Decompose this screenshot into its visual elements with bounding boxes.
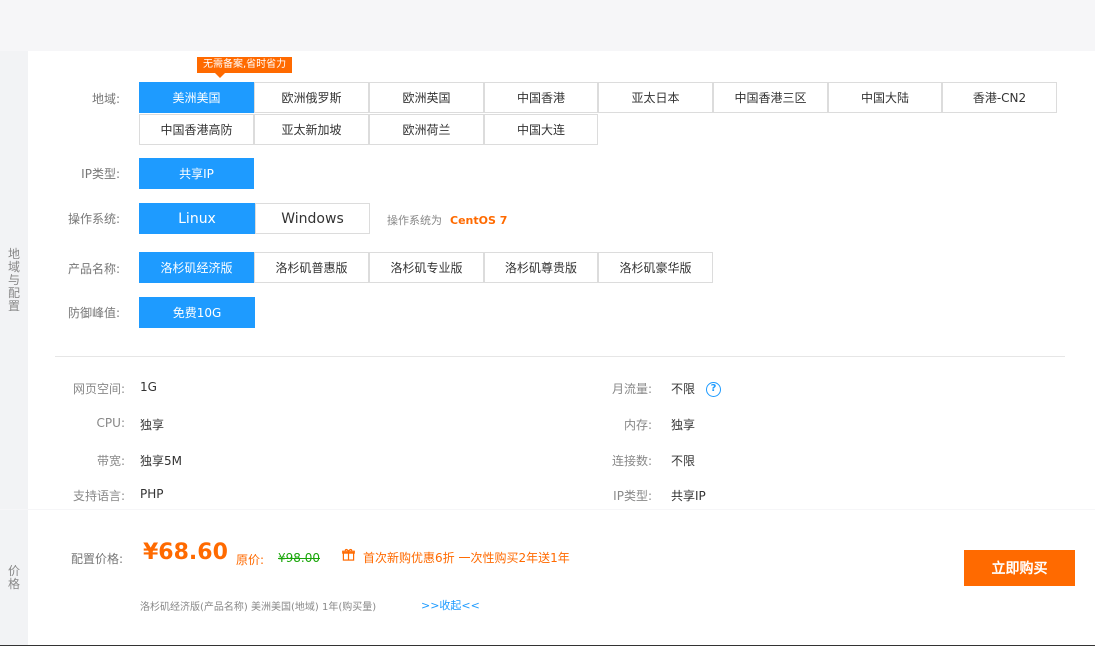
- spec-label-cpu: CPU:: [96, 416, 125, 430]
- config-side-label: 地域与配置: [0, 51, 28, 509]
- region-option[interactable]: 香港-CN2: [942, 82, 1057, 113]
- spec-label-web-space: 网页空间:: [72, 382, 125, 396]
- spec-value-connections: 不限: [671, 454, 696, 468]
- current-price: ¥68.60: [143, 540, 228, 565]
- config-panel: 地域与配置 无需备案,省时省力 地域: 美洲美国 欧洲俄罗斯 欧洲英国 中国香港…: [0, 51, 1095, 509]
- spec-label-connections: 连接数:: [611, 454, 652, 468]
- region-option[interactable]: 欧洲英国: [369, 82, 484, 113]
- region-option[interactable]: 中国香港: [484, 82, 598, 113]
- page: 地域与配置 无需备案,省时省力 地域: 美洲美国 欧洲俄罗斯 欧洲英国 中国香港…: [0, 0, 1095, 646]
- region-option[interactable]: 欧洲荷兰: [369, 114, 484, 145]
- spec-label-memory: 内存:: [623, 418, 652, 432]
- spec-value-web-space: 1G: [140, 380, 157, 394]
- spec-label-bandwidth: 带宽:: [96, 454, 125, 468]
- os-label: 操作系统:: [67, 212, 120, 226]
- help-circle-icon[interactable]: ?: [706, 382, 721, 397]
- region-option[interactable]: 中国大陆: [828, 82, 942, 113]
- ip-type-label: IP类型:: [81, 167, 120, 181]
- os-note: 操作系统为 CentOS 7: [387, 214, 508, 227]
- gift-icon: [342, 548, 355, 561]
- ip-type-option[interactable]: 共享IP: [139, 158, 254, 189]
- product-option[interactable]: 洛杉矶普惠版: [254, 252, 369, 283]
- region-label: 地域:: [91, 92, 120, 106]
- spec-value-traffic: 不限: [671, 382, 696, 396]
- promo-text: 首次新购优惠6折 一次性购买2年送1年: [363, 551, 570, 565]
- os-option-windows[interactable]: Windows: [255, 203, 370, 234]
- region-option[interactable]: 中国香港三区: [713, 82, 828, 113]
- defense-label: 防御峰值:: [67, 306, 120, 320]
- buy-now-button[interactable]: 立即购买: [964, 550, 1075, 586]
- spec-value-ip-type: 共享IP: [671, 489, 706, 503]
- price-side-label: 价格: [0, 510, 28, 645]
- original-price-label: 原价:: [236, 553, 265, 567]
- spec-value-bandwidth: 独享5M: [140, 454, 182, 468]
- spec-value-memory: 独享: [671, 418, 696, 432]
- os-option-linux[interactable]: Linux: [139, 203, 255, 234]
- price-panel: 价格 配置价格: ¥68.60 原价: ¥98.00 首次新购优惠6折 一次性购…: [0, 510, 1095, 646]
- region-option[interactable]: 亚太新加坡: [254, 114, 369, 145]
- price-label: 配置价格:: [70, 552, 123, 566]
- spec-label-language: 支持语言:: [72, 489, 125, 503]
- product-option[interactable]: 洛杉矶豪华版: [598, 252, 713, 283]
- defense-option[interactable]: 免费10G: [139, 297, 255, 328]
- spec-label-ip-type: IP类型:: [613, 489, 652, 503]
- region-option[interactable]: 中国香港高防: [139, 114, 254, 145]
- order-summary: 洛杉矶经济版(产品名称) 美洲美国(地域) 1年(购买量): [140, 602, 377, 613]
- promo-badge: 无需备案,省时省力: [197, 57, 293, 78]
- spec-value-language: PHP: [140, 487, 164, 501]
- spec-label-traffic: 月流量:: [611, 382, 652, 396]
- region-option[interactable]: 欧洲俄罗斯: [254, 82, 369, 113]
- product-option[interactable]: 洛杉矶经济版: [139, 252, 254, 283]
- collapse-link[interactable]: >>收起<<: [421, 597, 480, 613]
- original-price: ¥98.00: [278, 551, 320, 565]
- divider: [55, 356, 1065, 357]
- product-label: 产品名称:: [67, 262, 120, 276]
- region-option[interactable]: 中国大连: [484, 114, 598, 145]
- region-option[interactable]: 亚太日本: [598, 82, 713, 113]
- region-option[interactable]: 美洲美国: [139, 82, 254, 113]
- spec-value-cpu: 独享: [140, 418, 165, 432]
- product-option[interactable]: 洛杉矶专业版: [369, 252, 484, 283]
- product-option[interactable]: 洛杉矶尊贵版: [484, 252, 598, 283]
